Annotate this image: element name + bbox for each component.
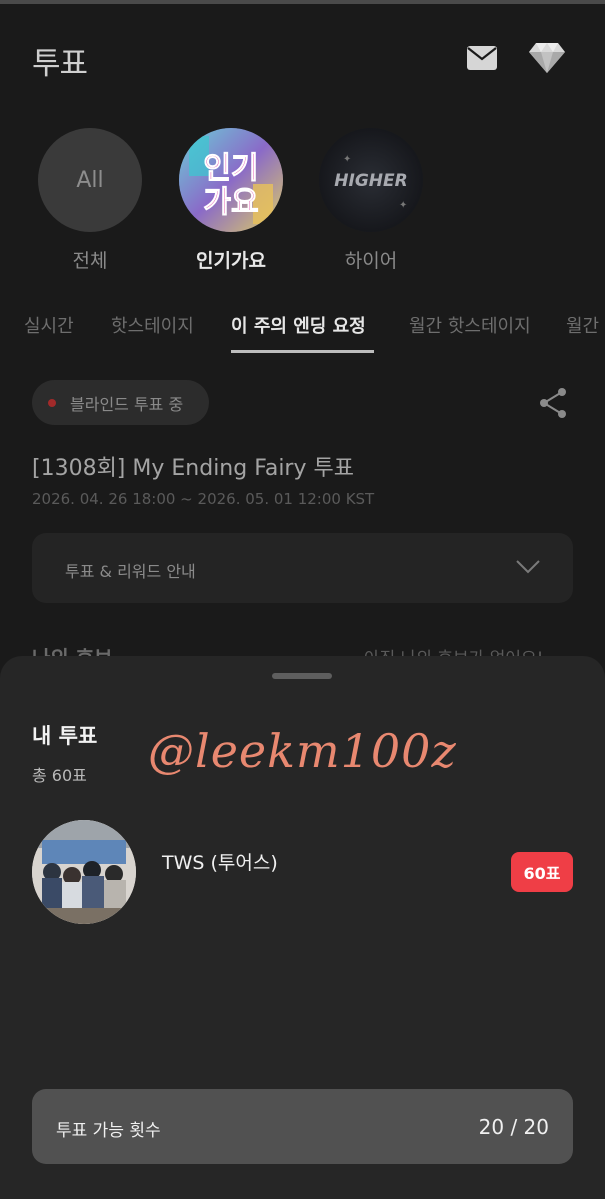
tab-ending-fairy[interactable]: 이 주의 엔딩 요정 [231,312,366,338]
diamond-icon[interactable] [528,42,566,74]
category-all[interactable]: All 전체 [38,128,142,273]
category-inkigayo[interactable]: 인기 가요 인기가요 [179,128,283,273]
category-all-circle-text: All [76,167,104,193]
available-votes-value: 20 / 20 [478,1115,549,1139]
watermark-signature: @leekm100z [148,724,457,778]
available-votes-bar: 투표 가능 횟수 20 / 20 [32,1089,573,1164]
vote-title: [1308회] My Ending Fairy 투표 [32,456,354,481]
tab-hotstage[interactable]: 핫스테이지 [111,312,194,338]
reward-guide-label: 투표 & 리워드 안내 [65,562,196,581]
active-tab-indicator [231,350,374,353]
artist-name: TWS (투어스) [162,852,278,874]
category-all-circle: All [38,128,142,232]
chevron-down-icon [516,560,540,574]
tab-realtime[interactable]: 실시간 [24,312,74,338]
sheet-title: 내 투표 [32,724,98,748]
category-label: 인기가요 [196,250,266,272]
live-dot-icon [48,398,56,407]
inkigayo-logo: 인기 가요 [179,128,283,232]
category-label: 하이어 [344,250,398,272]
status-bar-strip [0,0,605,4]
page-title: 투표 [32,46,88,82]
mail-icon[interactable] [467,46,497,70]
tab-monthly-hotstage[interactable]: 월간 핫스테이지 [409,312,531,338]
category-label: 전체 [72,250,108,272]
my-votes-sheet: 내 투표 총 60표 @leekm100z TWS (투어스) 60표 투표 가… [0,656,605,1199]
sheet-total-votes: 총 60표 [32,766,87,785]
available-votes-label: 투표 가능 횟수 [56,1121,161,1141]
vote-count-badge: 60표 [511,852,573,892]
svg-text:✦: ✦ [343,154,351,165]
list-item[interactable]: TWS (투어스) 60표 [32,820,573,924]
svg-text:인기: 인기 [203,151,258,186]
svg-text:가요: 가요 [203,185,258,220]
higher-logo: HIGHER ✦ ✦ [319,128,423,232]
vote-page: 투표 All 전체 인기 가요 인기가요 HIGHER ✦ ✦ 하이어 실시간 … [0,0,605,1199]
category-higher[interactable]: HIGHER ✦ ✦ 하이어 [319,128,423,273]
reward-guide-accordion[interactable]: 투표 & 리워드 안내 [32,533,573,603]
svg-text:✦: ✦ [399,200,407,211]
higher-logo-text: HIGHER [334,171,407,191]
tab-monthly[interactable]: 월간 [566,312,599,338]
avatar [32,820,136,924]
vote-period: 2026. 04. 26 18:00 ~ 2026. 05. 01 12:00 … [32,490,375,508]
share-icon[interactable] [538,387,568,419]
sheet-drag-handle[interactable] [272,673,332,679]
status-badge-text: 블라인드 투표 중 [70,394,184,414]
status-badge: 블라인드 투표 중 [32,380,209,425]
